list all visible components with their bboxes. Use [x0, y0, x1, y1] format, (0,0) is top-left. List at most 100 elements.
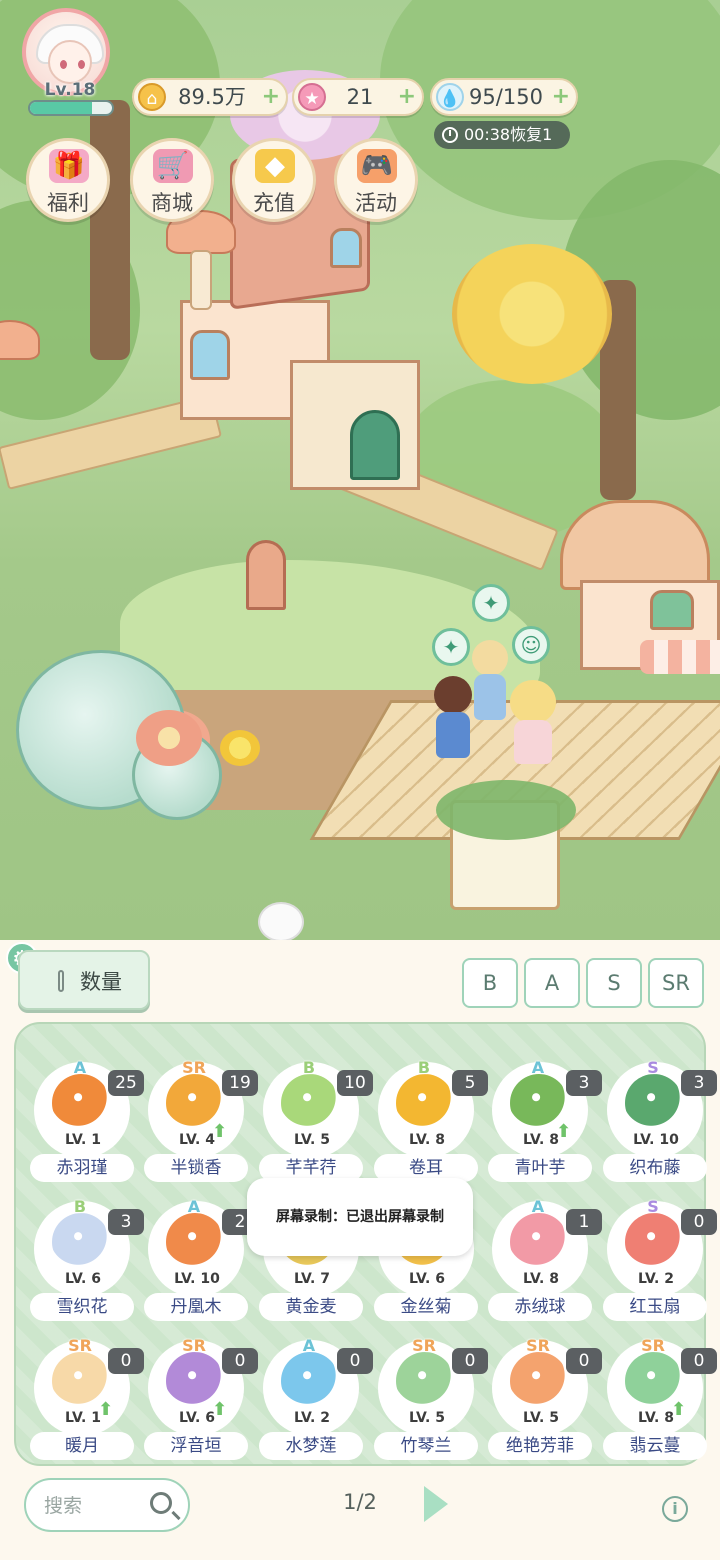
quantity-badge: 25 [108, 1070, 144, 1096]
quantity-badge: 3 [108, 1209, 144, 1235]
plant-card[interactable]: SR 0 ⬆ LV. 8 翡云蔓 [599, 1324, 717, 1460]
tree-trunk [90, 100, 130, 360]
plant-card[interactable]: A 3 ⬆ LV. 8 青叶芋 [484, 1046, 602, 1182]
plant-level: LV. 8 [523, 1271, 559, 1287]
plant-card[interactable]: B 3 LV. 6 雪织花 [26, 1185, 144, 1321]
sort-icon [58, 970, 64, 992]
plant-name: 赤羽瑾 [30, 1154, 134, 1182]
plant-card[interactable]: SR 0 LV. 5 绝艳芳菲 [484, 1324, 602, 1460]
character-white-hair[interactable] [252, 898, 312, 940]
plant-card[interactable]: B 5 LV. 8 卷耳 [370, 1046, 488, 1182]
plant-icon [396, 1074, 454, 1132]
filter-b[interactable]: B [462, 958, 518, 1008]
plant-level: LV. 5 [294, 1132, 330, 1148]
search-icon[interactable] [150, 1492, 172, 1514]
quantity-badge: 3 [681, 1070, 717, 1096]
pink-flower [136, 710, 202, 766]
rarity-badge: SR [182, 1058, 206, 1077]
welfare-label: 福利 [47, 191, 89, 215]
plant-icon [166, 1213, 224, 1271]
plant-card[interactable]: B 10 LV. 5 芊芊荇 [255, 1046, 373, 1182]
energy-timer: 00:38恢复1 [434, 121, 570, 149]
smile-interaction-icon[interactable]: ☺ [512, 626, 550, 664]
plant-icon [510, 1213, 568, 1271]
rarity-badge: A [531, 1058, 545, 1077]
water-counter[interactable]: 💧 95/150 + [430, 78, 578, 116]
player-avatar[interactable]: Lv.18 [20, 8, 120, 120]
quantity-badge: 0 [566, 1348, 602, 1374]
shop-button[interactable]: 🛒 商城 [130, 138, 214, 222]
plant-name: 黄金麦 [259, 1293, 363, 1321]
info-icon[interactable]: i [662, 1496, 688, 1522]
plant-level: LV. 5 [523, 1410, 559, 1426]
plant-name: 青叶芋 [488, 1154, 592, 1182]
sparkle-interaction-icon[interactable]: ✦ [472, 584, 510, 622]
rarity-badge: A [302, 1336, 316, 1355]
quantity-badge: 10 [337, 1070, 373, 1096]
quantity-badge: 19 [222, 1070, 258, 1096]
add-gem-button[interactable]: + [398, 80, 416, 114]
rarity-badge: SR [641, 1336, 665, 1355]
cottage-window [650, 590, 694, 630]
water-value: 95/150 [469, 85, 543, 109]
plant-icon [510, 1352, 568, 1410]
plant-card[interactable]: A 2 LV. 10 丹凰木 [140, 1185, 258, 1321]
plant-name: 织布藤 [603, 1154, 707, 1182]
rarity-badge: SR [68, 1336, 92, 1355]
cottage-roof [560, 500, 710, 590]
plant-card[interactable]: SR 0 ⬆ LV. 1 暖月 [26, 1324, 144, 1460]
gift-icon: 🎁 [49, 149, 89, 183]
gem-counter[interactable]: ★ 21 + [292, 78, 424, 116]
quantity-badge: 3 [566, 1070, 602, 1096]
plant-name: 竹琴兰 [374, 1432, 478, 1460]
plant-card[interactable]: A 25 LV. 1 赤羽瑾 [26, 1046, 144, 1182]
quantity-badge: 0 [681, 1209, 717, 1235]
plant-name: 暖月 [30, 1432, 134, 1460]
quantity-badge: 0 [337, 1348, 373, 1374]
events-button[interactable]: 🎮 活动 [334, 138, 418, 222]
plant-card[interactable]: SR 0 ⬆ LV. 6 浮音垣 [140, 1324, 258, 1460]
plant-level: LV. 8 [638, 1410, 674, 1426]
next-page-button[interactable] [424, 1486, 448, 1522]
quantity-badge: 0 [222, 1348, 258, 1374]
sort-label: 数量 [80, 970, 122, 994]
sparkle-interaction-icon[interactable]: ✦ [432, 628, 470, 666]
plant-level: LV. 1 [65, 1132, 101, 1148]
plant-card[interactable]: SR 0 LV. 5 竹琴兰 [370, 1324, 488, 1460]
treehouse-door [350, 410, 400, 480]
plant-level: LV. 1 [65, 1410, 101, 1426]
recharge-button[interactable]: ◆ 充值 [232, 138, 316, 222]
timer-text: 00:38恢复1 [464, 125, 553, 144]
search-input[interactable]: 搜索 [24, 1478, 190, 1532]
plant-level: LV. 6 [179, 1410, 215, 1426]
add-water-button[interactable]: + [552, 80, 570, 114]
plant-level: LV. 8 [409, 1132, 445, 1148]
shop-cart-icon: 🛒 [153, 149, 193, 183]
plant-icon [281, 1074, 339, 1132]
sort-by-quantity-button[interactable]: 数量 [18, 950, 150, 1010]
rarity-badge: A [531, 1197, 545, 1216]
coin-counter[interactable]: ⌂ 89.5万 + [132, 78, 288, 116]
plant-card[interactable]: SR 19 ⬆ LV. 4 半锁香 [140, 1046, 258, 1182]
character-curly-blonde[interactable] [506, 680, 562, 780]
yellow-flower [452, 244, 612, 384]
xp-bar [28, 100, 114, 116]
filter-s[interactable]: S [586, 958, 642, 1008]
recharge-label: 充值 [253, 191, 295, 215]
filter-a[interactable]: A [524, 958, 580, 1008]
rarity-badge: SR [182, 1336, 206, 1355]
add-coin-button[interactable]: + [262, 80, 280, 114]
plant-card[interactable]: S 0 LV. 2 红玉扇 [599, 1185, 717, 1321]
rarity-badge: B [73, 1197, 87, 1216]
gem-value: 21 [346, 85, 374, 109]
filter-sr[interactable]: SR [648, 958, 704, 1008]
plant-card[interactable]: S 3 LV. 10 织布藤 [599, 1046, 717, 1182]
welfare-button[interactable]: 🎁 福利 [26, 138, 110, 222]
coin-icon: ⌂ [138, 83, 166, 111]
plant-card[interactable]: A 1 LV. 8 赤绒球 [484, 1185, 602, 1321]
plant-card[interactable]: A 0 LV. 2 水梦莲 [255, 1324, 373, 1460]
coin-value: 89.5万 [178, 85, 246, 109]
plant-level: LV. 7 [294, 1271, 330, 1287]
diamond-icon: ◆ [255, 149, 295, 183]
plant-icon [625, 1074, 683, 1132]
